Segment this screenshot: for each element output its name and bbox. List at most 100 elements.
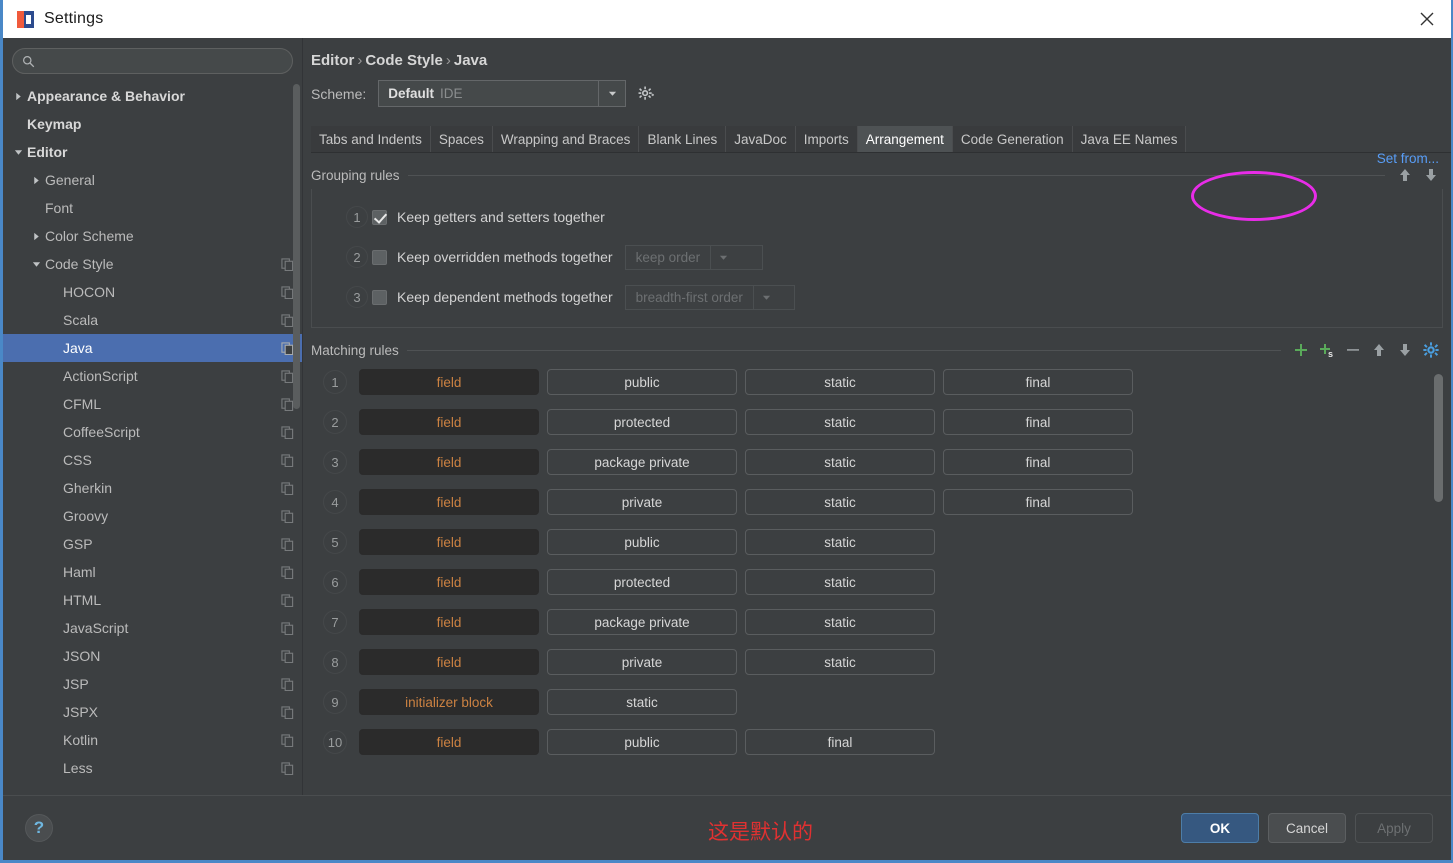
rule-type-token[interactable]: field xyxy=(359,409,539,435)
matching-rule-row[interactable]: 3 field package private static final xyxy=(311,442,1443,482)
checkbox-unchecked[interactable] xyxy=(372,289,387,305)
matching-rule-row[interactable]: 6 field protected static xyxy=(311,562,1443,602)
rule-modifier-token[interactable]: static xyxy=(745,449,935,475)
sidebar-item-groovy[interactable]: Groovy xyxy=(3,502,302,530)
settings-gear-icon[interactable] xyxy=(1423,342,1439,358)
rule-modifier-token[interactable]: package private xyxy=(547,609,737,635)
rule-type-token[interactable]: field xyxy=(359,609,539,635)
rule-modifier-token[interactable]: public xyxy=(547,729,737,755)
add-icon[interactable] xyxy=(1293,342,1309,358)
search-box[interactable] xyxy=(12,48,293,74)
matching-rule-row[interactable]: 10 field public final xyxy=(311,722,1443,760)
matching-rule-row[interactable]: 5 field public static xyxy=(311,522,1443,562)
settings-tree[interactable]: Appearance & Behavior Keymap Editor General… xyxy=(3,82,302,782)
sidebar-item-keymap[interactable]: Keymap xyxy=(3,110,302,138)
copy-settings-icon[interactable] xyxy=(281,621,294,635)
sidebar-item-actionscript[interactable]: ActionScript xyxy=(3,362,302,390)
sidebar-item-code-style[interactable]: Code Style xyxy=(3,250,302,278)
rule-modifier-token[interactable]: static xyxy=(745,649,935,675)
matching-rule-row[interactable]: 8 field private static xyxy=(311,642,1443,682)
help-icon[interactable]: ? xyxy=(25,814,53,842)
ok-button[interactable]: OK xyxy=(1181,813,1259,843)
sidebar-item-appearance-behavior[interactable]: Appearance & Behavior xyxy=(3,82,302,110)
set-from-link[interactable]: Set from... xyxy=(1377,151,1439,166)
search-input[interactable] xyxy=(42,53,283,69)
sidebar-item-javascript[interactable]: JavaScript xyxy=(3,614,302,642)
copy-settings-icon[interactable] xyxy=(281,537,294,551)
sidebar-item-coffeescript[interactable]: CoffeeScript xyxy=(3,418,302,446)
rule-modifier-token[interactable]: static xyxy=(745,369,935,395)
rule-modifier-token[interactable]: static xyxy=(745,489,935,515)
rule-modifier-token[interactable]: protected xyxy=(547,569,737,595)
rule-type-token[interactable]: field xyxy=(359,449,539,475)
rule-modifier-token[interactable]: public xyxy=(547,369,737,395)
move-down-icon[interactable] xyxy=(1423,167,1439,183)
tab-imports[interactable]: Imports xyxy=(795,126,858,152)
rule-type-token[interactable]: field xyxy=(359,649,539,675)
sidebar-item-gherkin[interactable]: Gherkin xyxy=(3,474,302,502)
checkbox-checked[interactable] xyxy=(372,209,387,225)
copy-settings-icon[interactable] xyxy=(281,733,294,747)
cancel-button[interactable]: Cancel xyxy=(1268,813,1346,843)
rule-modifier-token[interactable]: static xyxy=(745,409,935,435)
copy-settings-icon[interactable] xyxy=(281,649,294,663)
sidebar-item-cfml[interactable]: CFML xyxy=(3,390,302,418)
move-up-icon[interactable] xyxy=(1397,167,1413,183)
sidebar-item-editor[interactable]: Editor xyxy=(3,138,302,166)
copy-settings-icon[interactable] xyxy=(281,425,294,439)
copy-settings-icon[interactable] xyxy=(281,509,294,523)
rule-type-token[interactable]: field xyxy=(359,729,539,755)
sidebar-item-json[interactable]: JSON xyxy=(3,642,302,670)
scheme-gear-icon[interactable] xyxy=(638,86,655,102)
copy-settings-icon[interactable] xyxy=(281,761,294,775)
sidebar-item-color-scheme[interactable]: Color Scheme xyxy=(3,222,302,250)
rule-type-token[interactable]: field xyxy=(359,569,539,595)
rule-type-token[interactable]: field xyxy=(359,489,539,515)
rule-modifier-token[interactable]: static xyxy=(745,569,935,595)
rule-modifier-token[interactable]: final xyxy=(943,449,1133,475)
matching-rules-list[interactable]: 1 field public static final 2 field protected st… xyxy=(311,362,1443,760)
remove-icon[interactable] xyxy=(1345,342,1361,358)
sidebar-item-html[interactable]: HTML xyxy=(3,586,302,614)
rule-modifier-token[interactable]: private xyxy=(547,649,737,675)
copy-settings-icon[interactable] xyxy=(281,453,294,467)
copy-settings-icon[interactable] xyxy=(281,677,294,691)
tab-java-ee-names[interactable]: Java EE Names xyxy=(1072,126,1187,152)
chevron-right-icon[interactable] xyxy=(27,232,45,241)
sidebar-item-css[interactable]: CSS xyxy=(3,446,302,474)
rule-modifier-token[interactable]: public xyxy=(547,529,737,555)
rule-modifier-token[interactable]: static xyxy=(745,609,935,635)
rule-modifier-token[interactable]: final xyxy=(745,729,935,755)
tab-tabs-and-indents[interactable]: Tabs and Indents xyxy=(311,126,431,152)
matching-rule-row[interactable]: 2 field protected static final xyxy=(311,402,1443,442)
copy-settings-icon[interactable] xyxy=(281,705,294,719)
rule-modifier-token[interactable]: static xyxy=(745,529,935,555)
add-section-icon[interactable]: s xyxy=(1319,342,1335,358)
sidebar-item-hocon[interactable]: HOCON xyxy=(3,278,302,306)
move-up-icon[interactable] xyxy=(1371,342,1387,358)
scheme-combobox[interactable]: Default IDE xyxy=(378,80,627,107)
matching-rule-row[interactable]: 9 initializer block static xyxy=(311,682,1443,722)
rule-type-token[interactable]: initializer block xyxy=(359,689,539,715)
matching-rules-scrollbar[interactable] xyxy=(1434,374,1443,502)
rule-modifier-token[interactable]: package private xyxy=(547,449,737,475)
sidebar-item-gsp[interactable]: GSP xyxy=(3,530,302,558)
rule-modifier-token[interactable]: static xyxy=(547,689,737,715)
sidebar-item-kotlin[interactable]: Kotlin xyxy=(3,726,302,754)
chevron-down-icon[interactable] xyxy=(27,260,45,269)
matching-rule-row[interactable]: 4 field private static final xyxy=(311,482,1443,522)
rule-type-token[interactable]: field xyxy=(359,529,539,555)
sidebar-item-general[interactable]: General xyxy=(3,166,302,194)
tab-wrapping-and-braces[interactable]: Wrapping and Braces xyxy=(492,126,640,152)
sidebar-scrollbar[interactable] xyxy=(293,84,300,409)
rule-modifier-token[interactable]: private xyxy=(547,489,737,515)
copy-settings-icon[interactable] xyxy=(281,481,294,495)
rule-type-token[interactable]: field xyxy=(359,369,539,395)
rule-modifier-token[interactable]: final xyxy=(943,409,1133,435)
code-style-tabs[interactable]: Tabs and Indents Spaces Wrapping and Brace… xyxy=(311,126,1451,153)
copy-settings-icon[interactable] xyxy=(281,593,294,607)
tab-javadoc[interactable]: JavaDoc xyxy=(726,126,796,152)
checkbox-unchecked[interactable] xyxy=(372,249,387,265)
tab-code-generation[interactable]: Code Generation xyxy=(952,126,1073,152)
sidebar-item-jspx[interactable]: JSPX xyxy=(3,698,302,726)
